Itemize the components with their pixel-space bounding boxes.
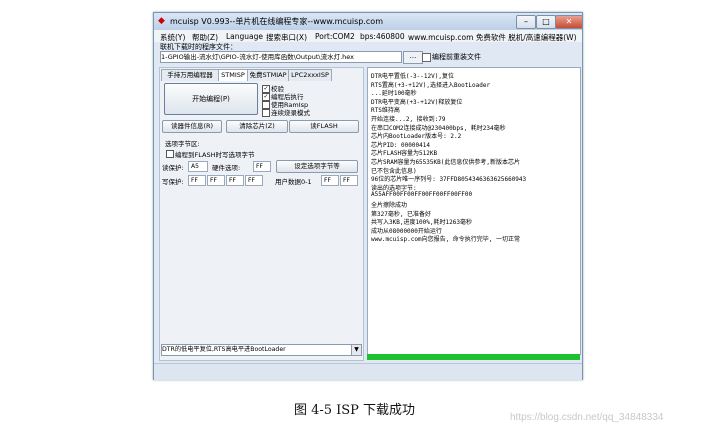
boot-mode-value: DTR的低电平复位,RTS高电平进BootLoader	[162, 346, 286, 353]
write-protect-label: 写保护:	[162, 178, 184, 186]
reload-label: 编程前重装文件	[432, 53, 481, 61]
start-program-button[interactable]: 开始编程(P)	[164, 83, 258, 115]
menu-language[interactable]: Language	[226, 32, 263, 41]
user-data-label: 用户数据0-1	[275, 178, 312, 186]
write-protect-field-3[interactable]: FF	[226, 175, 244, 186]
read-protect-field[interactable]: A5	[188, 161, 208, 172]
browse-button[interactable]: ...	[403, 51, 423, 64]
erase-chip-button[interactable]: 清除芯片(Z)	[226, 120, 288, 133]
app-window: ◆ mcuisp V0.993--单片机在线编程专家--www.mcuisp.c…	[153, 12, 583, 380]
window-title: mcuisp V0.993--单片机在线编程专家--www.mcuisp.com	[170, 17, 383, 26]
log-line: www.mcuisp.com向您报告, 命令执行完毕, 一切正常	[371, 236, 521, 244]
chevron-down-icon[interactable]: ▼	[351, 345, 361, 355]
read-flash-button[interactable]: 读FLASH	[289, 120, 359, 133]
write-protect-field-1[interactable]: FF	[188, 175, 206, 186]
tab-handheld[interactable]: 手持万用编程器	[161, 69, 219, 81]
watermark: https://blog.csdn.net/qq_34848334	[510, 412, 664, 423]
tab-stmisp[interactable]: STMISP	[218, 69, 248, 81]
tab-stmiap[interactable]: 免费STMIAP	[247, 69, 289, 81]
status-bar	[154, 363, 582, 380]
menu-bps[interactable]: bps:460800	[360, 32, 405, 41]
write-protect-field-4[interactable]: FF	[245, 175, 263, 186]
file-path-field[interactable]: 1-GPIO输出-流水灯\GPIO-流水灯-使用库函数\Output\流水灯.h…	[160, 51, 402, 63]
minimize-button[interactable]: –	[516, 15, 536, 29]
user-data-field-0[interactable]: FF	[321, 175, 339, 186]
run-after-checkbox[interactable]: ✓	[262, 93, 270, 101]
verify-checkbox[interactable]: ✓	[262, 85, 270, 93]
hw-option-label: 硬件选项:	[212, 164, 241, 172]
app-icon: ◆	[158, 16, 165, 26]
write-protect-field-2[interactable]: FF	[207, 175, 225, 186]
output-log[interactable]: DTR电平置低(-3--12V),复位 RTS置高(+3-+12V),选择进入Bo…	[367, 67, 581, 355]
reload-checkbox[interactable]	[422, 53, 431, 62]
menu-search-port[interactable]: 搜索串口(X)	[266, 32, 307, 43]
read-protect-label: 读保护:	[162, 164, 184, 172]
continuous-label: 连续烧录模式	[271, 109, 310, 117]
menu-website[interactable]: www.mcuisp.com 免费软件 脱机/高速编程器(W)	[408, 32, 577, 43]
boot-mode-select[interactable]: DTR的低电平复位,RTS高电平进BootLoader ▼	[161, 344, 362, 356]
option-bytes-title: 选项字节区:	[165, 140, 200, 148]
set-option-button[interactable]: 设定选项字节等	[276, 160, 358, 173]
tab-lpc[interactable]: LPC2xxxISP	[288, 69, 332, 81]
menu-bar: 系统(Y) 帮助(Z) Language 搜索串口(X) Port:COM2 b…	[154, 30, 582, 42]
title-bar[interactable]: ◆ mcuisp V0.993--单片机在线编程专家--www.mcuisp.c…	[154, 13, 583, 30]
read-info-button[interactable]: 读器件信息(R)	[162, 120, 222, 133]
write-option-label: 编程到FLASH时写选项字节	[175, 151, 255, 159]
continuous-checkbox[interactable]	[262, 109, 270, 117]
menu-port[interactable]: Port:COM2	[315, 32, 355, 41]
progress-bar	[367, 354, 580, 360]
close-button[interactable]: ✕	[555, 15, 583, 29]
maximize-button[interactable]: □	[536, 15, 556, 29]
log-line: A55AFF00FF00FF00FF00FF00FF00	[371, 191, 473, 199]
hw-option-field[interactable]: FF	[253, 161, 271, 172]
user-data-field-1[interactable]: FF	[340, 175, 358, 186]
ramisp-checkbox[interactable]	[262, 101, 270, 109]
write-option-checkbox[interactable]	[166, 150, 174, 158]
